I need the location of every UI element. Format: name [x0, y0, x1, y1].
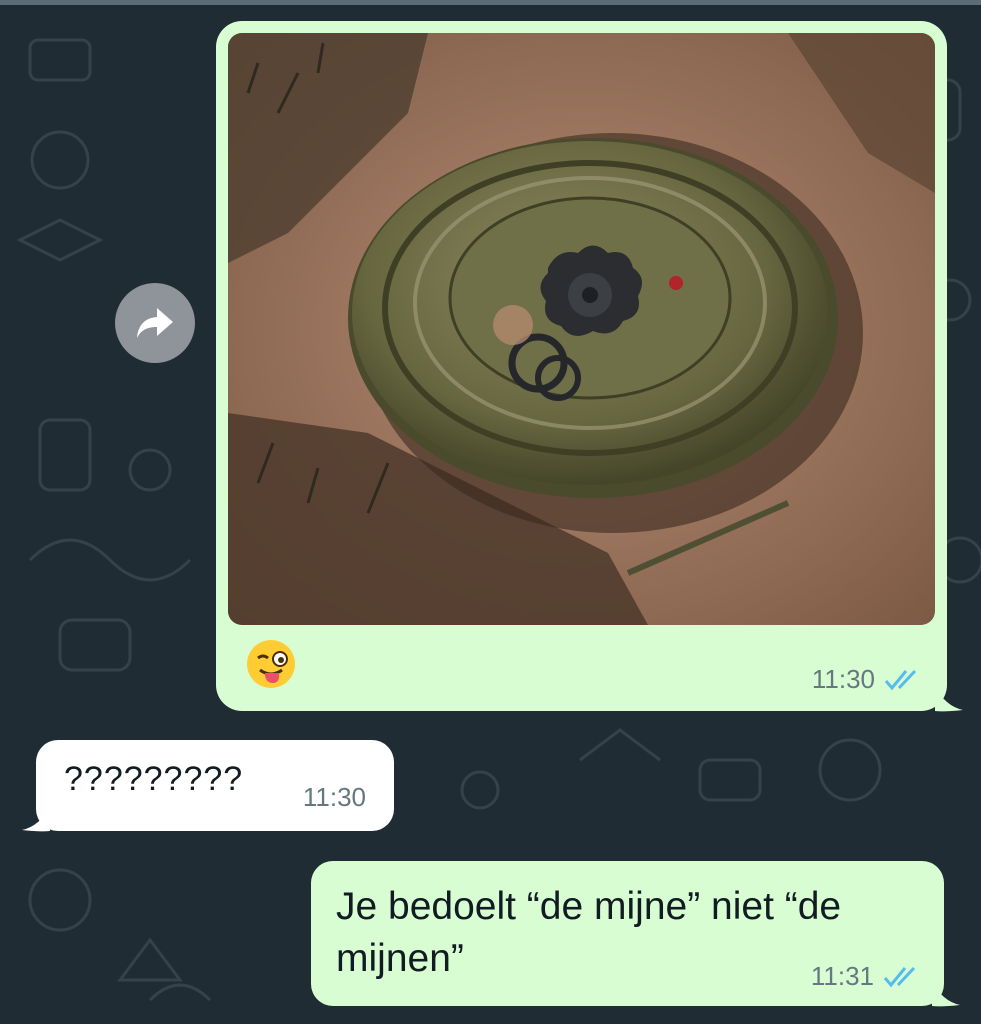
message-time: 11:30: [811, 664, 875, 694]
outgoing-image-message[interactable]: 11:30: [216, 21, 947, 711]
message-meta: 11:30: [303, 782, 366, 813]
bubble-tail: [22, 806, 50, 832]
winking-face-with-tongue-emoji: [247, 640, 295, 688]
message-text: ?????????: [64, 760, 244, 798]
message-time: 11:31: [810, 961, 874, 991]
top-edge: [0, 0, 981, 5]
message-time: 11:30: [302, 782, 366, 812]
message-meta: 11:31: [811, 961, 920, 992]
outgoing-text-message[interactable]: Je bedoelt “de mijne” niet “de mijnen” 1…: [311, 861, 944, 1006]
incoming-text-message[interactable]: ????????? 11:30: [36, 740, 394, 831]
forward-button[interactable]: [115, 283, 195, 363]
double-check-icon: [884, 669, 917, 690]
forward-arrow-icon: [137, 308, 173, 338]
bubble-tail: [932, 981, 960, 1007]
message-meta: 11:30: [812, 664, 921, 695]
message-photo[interactable]: [228, 33, 935, 625]
double-check-icon: [883, 966, 916, 987]
bubble-tail: [935, 686, 963, 712]
